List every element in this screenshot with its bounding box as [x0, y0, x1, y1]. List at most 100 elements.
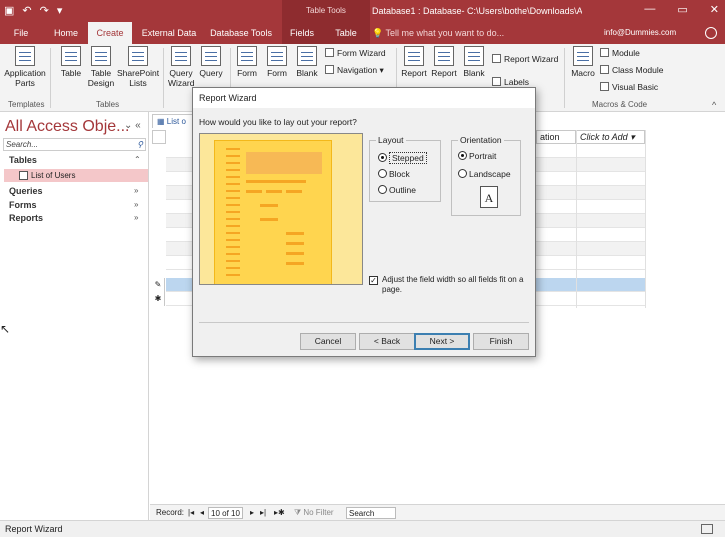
- query-wizard-icon: [171, 46, 191, 66]
- current-record-field[interactable]: 10 of 10: [208, 507, 243, 519]
- shutter-bar-icon[interactable]: «: [135, 120, 141, 131]
- orientation-landscape-radio[interactable]: Landscape: [458, 169, 511, 179]
- next-button[interactable]: Next >: [414, 333, 470, 350]
- feedback-smiley-icon[interactable]: [705, 27, 717, 39]
- form-design-icon: [267, 46, 287, 66]
- nav-group-queries[interactable]: Queries: [9, 186, 43, 196]
- preview-line: [286, 232, 304, 235]
- report-design-label: Report: [431, 68, 457, 78]
- module-button[interactable]: Module: [600, 48, 640, 59]
- nav-menu-chevron-icon[interactable]: ⌄: [124, 120, 132, 131]
- row-edit-pencil-icon[interactable]: ✎: [152, 278, 165, 292]
- restore-button[interactable]: ▭: [677, 3, 687, 16]
- query-wizard-label: Query Wizard: [168, 68, 195, 88]
- navigation-pane: All Access Obje... ⌄ « Search... ⚲ Tables…: [0, 112, 149, 520]
- close-button[interactable]: ✕: [710, 3, 719, 16]
- nav-search-input[interactable]: Search... ⚲: [3, 138, 146, 151]
- group-tables-label: Tables: [96, 100, 120, 109]
- query-design-button[interactable]: Query: [198, 46, 224, 78]
- column-divider: [645, 130, 646, 308]
- layout-block-label: Block: [389, 169, 410, 179]
- datasheet-search-input[interactable]: Search: [346, 507, 396, 519]
- nav-group-tables[interactable]: Tables: [9, 155, 37, 165]
- no-filter-label: No Filter: [303, 508, 334, 517]
- blank-report-button[interactable]: Blank: [461, 46, 487, 78]
- column-header-click-to-add[interactable]: Click to Add ▾: [576, 130, 645, 144]
- customize-qat-icon[interactable]: ▾: [57, 4, 63, 17]
- select-all-corner[interactable]: [152, 130, 166, 144]
- tell-me-box[interactable]: 💡 Tell me what you want to do...: [372, 22, 504, 44]
- expand-icon[interactable]: »: [134, 213, 138, 222]
- finish-button[interactable]: Finish: [473, 333, 529, 350]
- blank-report-icon: [464, 46, 484, 66]
- table-design-button[interactable]: Table Design: [87, 46, 115, 88]
- macro-button[interactable]: Macro: [570, 46, 596, 78]
- title-bar: ▣ ↶ ↷ ▾ Table Tools Database1 : Database…: [0, 0, 725, 22]
- form-design-label: Form: [267, 68, 287, 78]
- collapse-ribbon-icon[interactable]: ^: [712, 100, 716, 110]
- navigation-button[interactable]: Navigation ▾: [325, 65, 384, 76]
- orientation-portrait-radio[interactable]: Portrait: [458, 151, 496, 161]
- layout-legend: Layout: [376, 135, 406, 145]
- report-wizard-button[interactable]: Report Wizard: [492, 54, 558, 65]
- layout-outline-radio[interactable]: Outline: [378, 185, 416, 195]
- dialog-title: Report Wizard: [193, 88, 535, 108]
- class-module-button[interactable]: Class Module: [600, 65, 664, 76]
- report-button[interactable]: Report: [401, 46, 427, 78]
- collapse-icon[interactable]: ⌃: [134, 155, 141, 164]
- tab-external-data[interactable]: External Data: [138, 22, 200, 44]
- redo-icon[interactable]: ↷: [40, 4, 49, 17]
- module-label: Module: [612, 48, 640, 58]
- quick-access-toolbar: ▣ ↶ ↷ ▾: [4, 4, 62, 17]
- layout-block-radio[interactable]: Block: [378, 169, 410, 179]
- record-label: Record:: [156, 508, 185, 517]
- labels-icon: [492, 77, 501, 86]
- nav-item-list-of-users[interactable]: List of Users: [4, 169, 148, 182]
- previous-record-icon[interactable]: ◂: [200, 505, 204, 521]
- tab-table[interactable]: Table: [322, 22, 370, 44]
- no-filter-button[interactable]: ⧩ No Filter: [294, 505, 334, 521]
- save-icon[interactable]: ▣: [4, 4, 14, 17]
- ribbon-tabs: File Home Create External Data Database …: [0, 22, 725, 44]
- column-header-location[interactable]: ation: [536, 130, 576, 144]
- tab-home[interactable]: Home: [48, 22, 84, 44]
- sharepoint-lists-button[interactable]: SharePoint Lists: [117, 46, 159, 88]
- next-record-icon[interactable]: ▸: [250, 505, 254, 521]
- report-design-button[interactable]: Report: [431, 46, 457, 78]
- query-wizard-button[interactable]: Query Wizard: [168, 46, 194, 88]
- undo-icon[interactable]: ↶: [22, 4, 31, 17]
- nav-group-forms[interactable]: Forms: [9, 200, 37, 210]
- first-record-icon[interactable]: |◂: [188, 505, 194, 521]
- table-button[interactable]: Table: [58, 46, 84, 78]
- nav-group-reports[interactable]: Reports: [9, 213, 43, 223]
- application-parts-button[interactable]: Application Parts: [3, 46, 47, 88]
- blank-form-button[interactable]: Blank: [295, 46, 319, 78]
- form-wizard-button[interactable]: Form Wizard: [325, 48, 386, 59]
- tab-fields[interactable]: Fields: [282, 22, 322, 44]
- last-record-icon[interactable]: ▸|: [260, 505, 266, 521]
- new-row-asterisk-icon[interactable]: ✱: [152, 292, 165, 306]
- cancel-button[interactable]: Cancel: [300, 333, 356, 350]
- visual-basic-button[interactable]: Visual Basic: [600, 82, 658, 93]
- nav-pane-title[interactable]: All Access Obje...: [5, 118, 130, 136]
- tab-create[interactable]: Create: [88, 22, 132, 44]
- layout-stepped-radio[interactable]: Stepped: [378, 152, 427, 164]
- back-button[interactable]: < Back: [359, 333, 415, 350]
- radio-selected-icon: [378, 153, 387, 162]
- adjust-field-width-checkbox[interactable]: ✓ Adjust the field width so all fields fi…: [369, 275, 529, 295]
- account-name[interactable]: info@Dummies.com: [604, 22, 676, 44]
- dialog-question: How would you like to lay out your repor…: [199, 117, 357, 127]
- report-label: Report: [401, 68, 427, 78]
- tab-database-tools[interactable]: Database Tools: [206, 22, 276, 44]
- tab-file[interactable]: File: [6, 22, 36, 44]
- datasheet-view-icon[interactable]: [701, 524, 713, 534]
- minimize-button[interactable]: —: [644, 3, 655, 16]
- form-design-button[interactable]: Form: [265, 46, 289, 78]
- macro-icon: [573, 46, 593, 66]
- mouse-cursor-icon: ↖: [0, 322, 11, 336]
- expand-icon[interactable]: »: [134, 186, 138, 195]
- new-record-icon[interactable]: ▸✱: [274, 505, 285, 521]
- orientation-portrait-label: Portrait: [469, 151, 497, 161]
- form-button[interactable]: Form: [235, 46, 259, 78]
- expand-icon[interactable]: »: [134, 200, 138, 209]
